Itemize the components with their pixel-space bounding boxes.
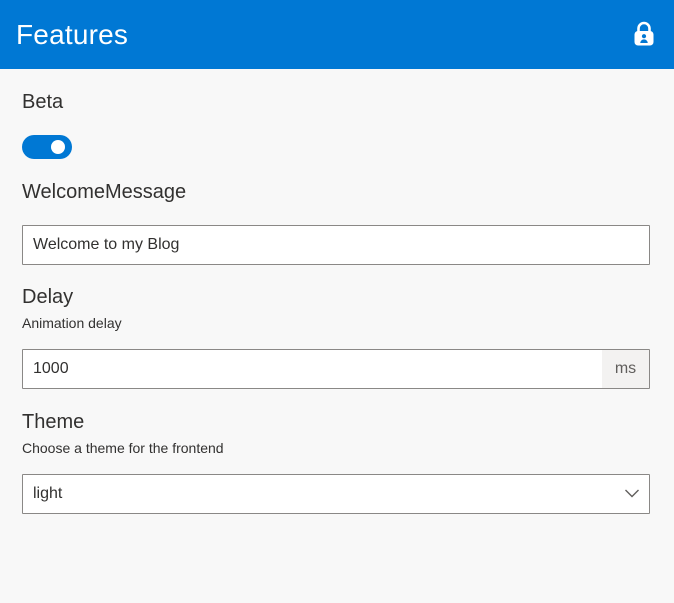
theme-label: Theme [22, 411, 85, 433]
header-bar: Features [0, 0, 674, 69]
lock-icon[interactable] [633, 21, 655, 47]
theme-description: Choose a theme for the frontend [22, 440, 224, 456]
delay-label: Delay [22, 286, 74, 308]
welcome-message-label: WelcomeMessage [22, 181, 187, 203]
welcome-message-input[interactable] [22, 225, 650, 265]
theme-dropdown[interactable]: light [22, 474, 650, 514]
toggle-knob [51, 140, 65, 154]
beta-label: Beta [22, 91, 64, 113]
delay-field: ms [22, 349, 650, 389]
theme-selected-value: light [33, 485, 63, 502]
delay-input[interactable] [23, 350, 601, 388]
beta-toggle[interactable] [22, 135, 72, 159]
delay-unit-suffix: ms [602, 350, 649, 388]
chevron-down-icon [625, 489, 639, 498]
delay-description: Animation delay [22, 315, 122, 331]
page-title: Features [16, 19, 129, 50]
